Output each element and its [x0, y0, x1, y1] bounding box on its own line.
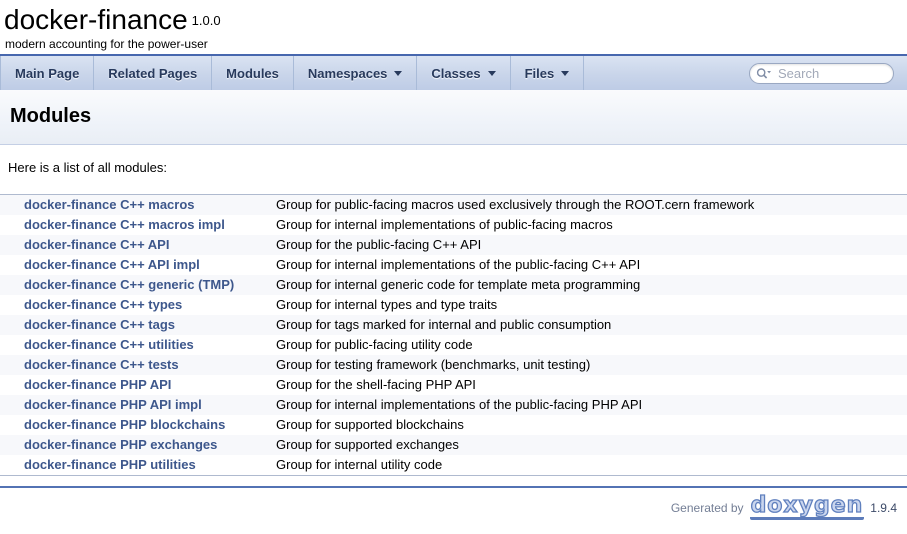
module-link[interactable]: docker-finance C++ API	[24, 237, 169, 252]
module-entry-cell: docker-finance PHP blockchains	[0, 415, 270, 435]
nav-tab-files[interactable]: Files	[511, 56, 585, 90]
chevron-down-icon	[394, 71, 402, 76]
module-entry-cell: docker-finance C++ API	[0, 235, 270, 255]
search-box[interactable]	[749, 63, 894, 84]
nav-tab-modules[interactable]: Modules	[212, 56, 294, 90]
nav-tab-label: Modules	[226, 66, 279, 81]
nav-tab-label: Main Page	[15, 66, 79, 81]
title-area: docker-finance 1.0.0 modern accounting fo…	[0, 0, 907, 54]
module-description: Group for internal implementations of pu…	[270, 215, 907, 235]
page-contents: Here is a list of all modules: docker-fi…	[0, 160, 907, 476]
modules-table-body: docker-finance C++ macros Group for publi…	[0, 195, 907, 476]
module-link[interactable]: docker-finance C++ API impl	[24, 257, 200, 272]
nav-tab-classes[interactable]: Classes	[417, 56, 510, 90]
module-description: Group for supported exchanges	[270, 435, 907, 455]
project-name-text: docker-finance	[4, 4, 188, 35]
search-input[interactable]	[776, 65, 885, 82]
table-row: docker-finance C++ types Group for intern…	[0, 295, 907, 315]
page-header: Modules	[0, 90, 907, 145]
module-description: Group for internal generic code for temp…	[270, 275, 907, 295]
table-row: docker-finance PHP API impl Group for int…	[0, 395, 907, 415]
table-row: docker-finance C++ generic (TMP) Group fo…	[0, 275, 907, 295]
table-row: docker-finance C++ API Group for the publ…	[0, 235, 907, 255]
nav-tab-label: Namespaces	[308, 66, 388, 81]
module-link[interactable]: docker-finance PHP utilities	[24, 457, 196, 472]
table-row: docker-finance C++ API impl Group for int…	[0, 255, 907, 275]
module-link[interactable]: docker-finance C++ utilities	[24, 337, 194, 352]
modules-intro-text: Here is a list of all modules:	[8, 160, 907, 175]
module-entry-cell: docker-finance PHP exchanges	[0, 435, 270, 455]
nav-tab-related-pages[interactable]: Related Pages	[94, 56, 212, 90]
module-link[interactable]: docker-finance C++ types	[24, 297, 182, 312]
module-entry-cell: docker-finance C++ tags	[0, 315, 270, 335]
module-link[interactable]: docker-finance C++ tests	[24, 357, 179, 372]
module-description: Group for internal implementations of th…	[270, 255, 907, 275]
nav-tab-label: Classes	[431, 66, 480, 81]
search-icon[interactable]	[756, 67, 772, 80]
module-link[interactable]: docker-finance PHP API	[24, 377, 171, 392]
module-entry-cell: docker-finance C++ generic (TMP)	[0, 275, 270, 295]
module-entry-cell: docker-finance PHP utilities	[0, 455, 270, 476]
table-row: docker-finance PHP utilities Group for in…	[0, 455, 907, 476]
module-link[interactable]: docker-finance C++ tags	[24, 317, 175, 332]
chevron-down-icon	[488, 71, 496, 76]
module-link[interactable]: docker-finance PHP blockchains	[24, 417, 225, 432]
modules-table: docker-finance C++ macros Group for publi…	[0, 194, 907, 476]
table-row: docker-finance C++ macros impl Group for …	[0, 215, 907, 235]
doxygen-logo[interactable]: doxygen	[750, 496, 865, 520]
nav-tab-label: Files	[525, 66, 555, 81]
nav-tab-namespaces[interactable]: Namespaces	[294, 56, 418, 90]
module-description: Group for tags marked for internal and p…	[270, 315, 907, 335]
footer: Generated by doxygen 1.9.4	[0, 488, 907, 520]
generated-by-text: Generated by	[671, 501, 744, 515]
module-entry-cell: docker-finance PHP API impl	[0, 395, 270, 415]
table-row: docker-finance C++ utilities Group for pu…	[0, 335, 907, 355]
module-entry-cell: docker-finance C++ tests	[0, 355, 270, 375]
module-link[interactable]: docker-finance C++ generic (TMP)	[24, 277, 234, 292]
module-description: Group for internal implementations of th…	[270, 395, 907, 415]
table-row: docker-finance C++ macros Group for publi…	[0, 195, 907, 216]
table-row: docker-finance PHP blockchains Group for …	[0, 415, 907, 435]
page-title: Modules	[8, 90, 907, 144]
module-link[interactable]: docker-finance PHP API impl	[24, 397, 202, 412]
module-entry-cell: docker-finance C++ macros impl	[0, 215, 270, 235]
nav-tab-label: Related Pages	[108, 66, 197, 81]
module-link[interactable]: docker-finance C++ macros impl	[24, 217, 225, 232]
generator-version: 1.9.4	[870, 501, 897, 515]
project-name: docker-finance 1.0.0	[4, 5, 907, 36]
module-entry-cell: docker-finance C++ types	[0, 295, 270, 315]
module-description: Group for supported blockchains	[270, 415, 907, 435]
nav-tab-list: Main Page Related Pages Modules Namespaces C…	[0, 56, 584, 90]
module-description: Group for public-facing utility code	[270, 335, 907, 355]
module-description: Group for the public-facing C++ API	[270, 235, 907, 255]
project-version: 1.0.0	[192, 13, 221, 28]
module-description: Group for internal types and type traits	[270, 295, 907, 315]
project-brief: modern accounting for the power-user	[4, 36, 907, 54]
module-description: Group for the shell-facing PHP API	[270, 375, 907, 395]
module-link[interactable]: docker-finance PHP exchanges	[24, 437, 217, 452]
module-description: Group for public-facing macros used excl…	[270, 195, 907, 216]
module-description: Group for internal utility code	[270, 455, 907, 476]
nav-tab-main-page[interactable]: Main Page	[0, 56, 94, 90]
table-row: docker-finance PHP API Group for the shel…	[0, 375, 907, 395]
chevron-down-icon	[561, 71, 569, 76]
nav-tab-bar: Main Page Related Pages Modules Namespaces C…	[0, 54, 907, 90]
search-dropdown-arrow	[767, 71, 771, 73]
module-entry-cell: docker-finance PHP API	[0, 375, 270, 395]
module-link[interactable]: docker-finance C++ macros	[24, 197, 195, 212]
module-description: Group for testing framework (benchmarks,…	[270, 355, 907, 375]
module-entry-cell: docker-finance C++ API impl	[0, 255, 270, 275]
module-entry-cell: docker-finance C++ macros	[0, 195, 270, 216]
table-row: docker-finance PHP exchanges Group for su…	[0, 435, 907, 455]
table-row: docker-finance C++ tests Group for testin…	[0, 355, 907, 375]
table-row: docker-finance C++ tags Group for tags ma…	[0, 315, 907, 335]
module-entry-cell: docker-finance C++ utilities	[0, 335, 270, 355]
